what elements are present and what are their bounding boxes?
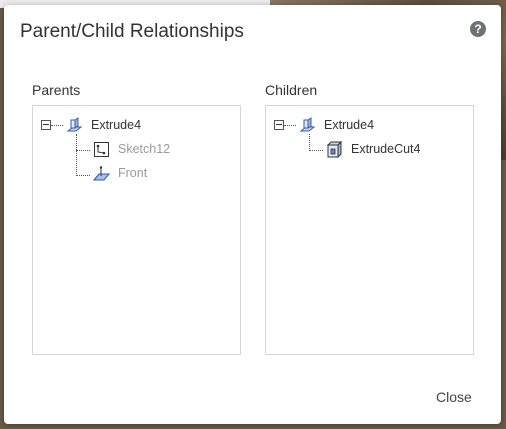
tree-connector (309, 134, 310, 151)
collapse-toggle-icon[interactable] (274, 120, 284, 130)
tree-item-label: Front (118, 166, 148, 180)
close-button[interactable]: Close (436, 389, 472, 405)
tree-item-label: ExtrudeCut4 (351, 142, 421, 156)
dialog-title: Parent/Child Relationships (20, 21, 244, 42)
tree-item-extrude4[interactable]: Extrude4 (299, 116, 374, 134)
tree-item-label: Extrude4 (91, 118, 142, 132)
tree-connector (51, 125, 63, 126)
tree-item-front[interactable]: Front (93, 164, 147, 182)
tree-item-sketch12[interactable]: Sketch12 (93, 140, 170, 158)
children-heading: Children (265, 82, 318, 98)
sketch-icon (93, 141, 110, 158)
extrude-icon (299, 116, 316, 134)
tree-item-extrude4[interactable]: Extrude4 (66, 116, 141, 134)
tree-connector (76, 134, 77, 176)
tree-connector (309, 150, 323, 151)
plane-icon (93, 165, 110, 182)
extrude-cut-icon (326, 140, 343, 158)
parent-child-dialog: Parent/Child Relationships ? Parents Chi… (4, 5, 501, 424)
extrude-icon (66, 116, 83, 134)
tree-connector (76, 175, 90, 176)
collapse-toggle-icon[interactable] (41, 120, 51, 130)
tree-item-label: Extrude4 (324, 118, 375, 132)
parents-tree[interactable]: Extrude4 Sketch12 Front (32, 105, 241, 355)
children-tree[interactable]: Extrude4 ExtrudeCut4 (265, 105, 474, 355)
tree-connector (76, 150, 90, 151)
tree-connector (284, 125, 296, 126)
tree-item-label: Sketch12 (118, 142, 171, 156)
tree-item-extrudecut4[interactable]: ExtrudeCut4 (326, 140, 420, 158)
help-icon[interactable]: ? (470, 21, 486, 37)
parents-heading: Parents (32, 82, 81, 98)
